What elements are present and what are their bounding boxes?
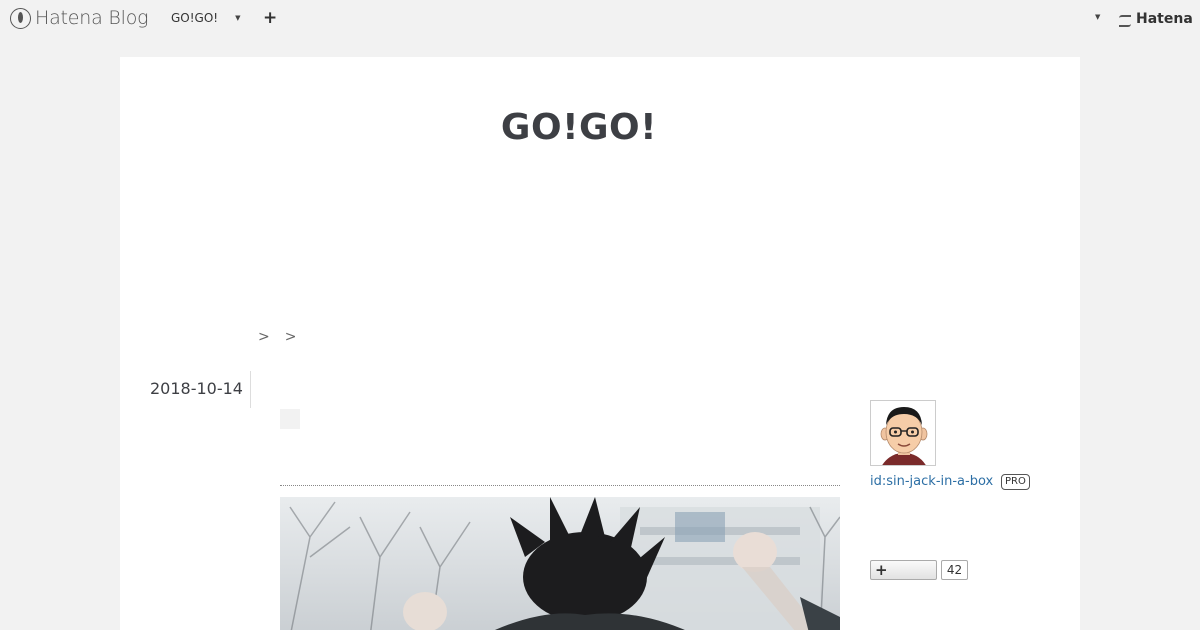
hatena-link-label: Hatena: [1136, 11, 1193, 27]
breadcrumb-separator: >: [284, 329, 297, 345]
plus-icon: +: [875, 561, 888, 579]
hatena-blog-logo-icon: [10, 7, 31, 29]
blog-switcher-label: GO!GO!: [171, 11, 219, 25]
hatena-logo-icon: [1119, 13, 1133, 27]
profile-avatar[interactable]: [870, 400, 936, 466]
entry-thumbnail-placeholder: [280, 409, 300, 429]
global-header: Hatena Blog GO!GO! ▼ + ▼ Hatena: [0, 0, 1200, 36]
blog-title[interactable]: GO!GO!: [120, 107, 1038, 148]
hero-photo-illustration: [280, 497, 840, 630]
entry-divider: [280, 485, 840, 486]
blog-switcher-menu[interactable]: GO!GO! ▼: [171, 11, 241, 25]
hatena-link[interactable]: Hatena: [1119, 11, 1193, 27]
entry-hero-image: [280, 497, 840, 630]
hatena-blog-logo[interactable]: Hatena Blog: [10, 7, 149, 29]
pro-badge: PRO: [1001, 474, 1030, 490]
user-menu-caret-down-icon[interactable]: ▼: [1095, 13, 1100, 21]
avatar-illustration: [871, 401, 935, 465]
entry-date[interactable]: 2018-10-14: [150, 379, 243, 398]
add-entry-button[interactable]: +: [263, 8, 277, 28]
date-divider: [250, 371, 251, 408]
follower-count: 42: [941, 560, 968, 580]
caret-down-icon: ▼: [235, 14, 241, 22]
breadcrumb-separator: >: [258, 329, 270, 345]
breadcrumb: > >: [258, 329, 296, 345]
profile-id-link[interactable]: id:sin-jack-in-a-box: [870, 474, 993, 489]
follow-button[interactable]: +: [870, 560, 937, 580]
hatena-blog-logo-text: Hatena Blog: [35, 7, 149, 29]
blog-container: GO!GO! > > 2018-10-14 id:sin-jack-in-a-b…: [120, 57, 1080, 630]
